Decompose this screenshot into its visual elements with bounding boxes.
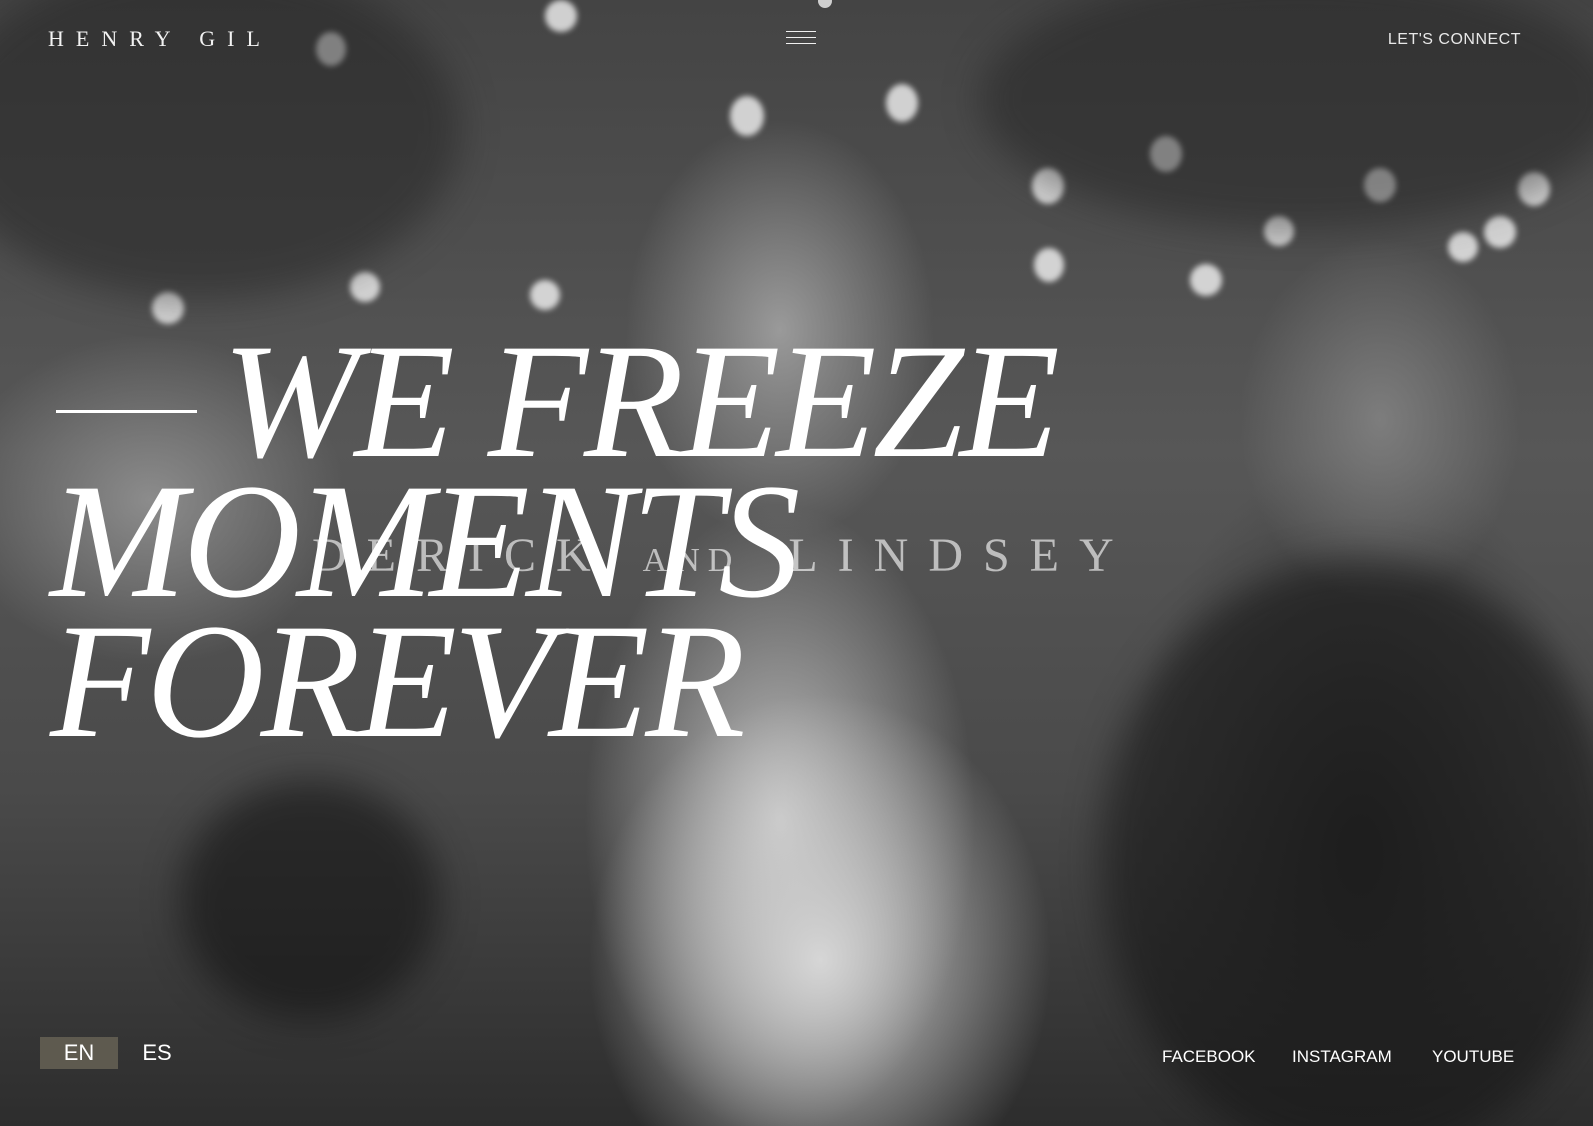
headline-line-3: FOREVER [50, 591, 746, 772]
youtube-link[interactable]: YOUTUBE [1432, 1047, 1514, 1067]
facebook-link[interactable]: FACEBOOK [1162, 1047, 1256, 1067]
hamburger-menu-icon[interactable] [786, 31, 816, 45]
site-logo[interactable]: HENRY GIL [48, 26, 272, 52]
lets-connect-link[interactable]: LET'S CONNECT [1388, 31, 1521, 49]
hero-headline: WE FREEZE MOMENTS FOREVER [50, 320, 1060, 772]
language-en-button[interactable]: EN [40, 1037, 118, 1069]
instagram-link[interactable]: INSTAGRAM [1292, 1047, 1392, 1067]
language-switcher: EN ES [40, 1037, 196, 1069]
language-es-button[interactable]: ES [118, 1037, 196, 1069]
